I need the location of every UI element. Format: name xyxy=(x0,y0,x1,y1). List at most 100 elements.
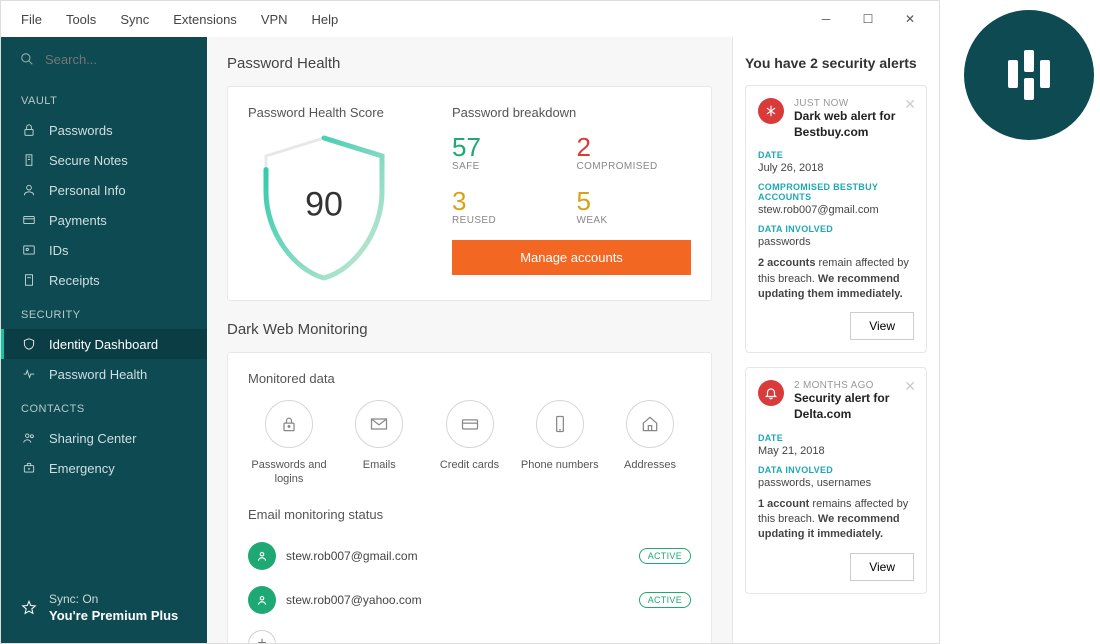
alert-time: JUST NOW xyxy=(794,98,914,109)
pulse-icon xyxy=(21,366,37,382)
bell-icon xyxy=(758,380,784,406)
view-button[interactable]: View xyxy=(850,553,914,581)
email-row: stew.rob007@gmail.com ACTIVE xyxy=(248,534,691,578)
sidebar-item-sharing-center[interactable]: Sharing Center xyxy=(1,423,207,453)
alert-description: 1 account remains affected by this breac… xyxy=(758,497,914,543)
breakdown-weak: 5WEAK xyxy=(577,186,692,226)
sidebar-item-receipts[interactable]: Receipts xyxy=(1,265,207,295)
score-title: Password Health Score xyxy=(248,105,438,120)
section-security: SECURITY xyxy=(1,295,207,329)
alert-label: DATA INVOLVED xyxy=(758,224,914,234)
briefcase-icon xyxy=(21,460,37,476)
dwm-card: Monitored data Passwords and logins Emai… xyxy=(227,352,712,643)
menu-tools[interactable]: Tools xyxy=(54,6,108,33)
sidebar-item-label: IDs xyxy=(49,243,69,258)
avatar-icon xyxy=(248,586,276,614)
alert-description: 2 accounts remain affected by this breac… xyxy=(758,256,914,302)
sidebar-item-payments[interactable]: Payments xyxy=(1,205,207,235)
sidebar-item-label: Identity Dashboard xyxy=(49,337,158,352)
mon-emails[interactable]: Emails xyxy=(338,400,420,487)
avatar-icon xyxy=(248,542,276,570)
alert-card: ✕ 2 MONTHS AGO Security alert for Delta.… xyxy=(745,367,927,593)
shield-icon xyxy=(21,336,37,352)
note-icon xyxy=(21,152,37,168)
sidebar-item-ids[interactable]: IDs xyxy=(1,235,207,265)
alert-label: DATE xyxy=(758,433,914,443)
search-input[interactable] xyxy=(45,52,221,67)
card-icon xyxy=(446,400,494,448)
menu-help[interactable]: Help xyxy=(300,6,351,33)
score-shield: 90 xyxy=(254,132,394,282)
mon-addresses[interactable]: Addresses xyxy=(609,400,691,487)
alert-time: 2 MONTHS AGO xyxy=(794,380,914,391)
email-address: stew.rob007@yahoo.com xyxy=(286,593,629,607)
alerts-title: You have 2 security alerts xyxy=(745,55,927,71)
close-icon[interactable]: ✕ xyxy=(904,96,916,113)
mon-passwords[interactable]: Passwords and logins xyxy=(248,400,330,487)
email-address: stew.rob007@gmail.com xyxy=(286,549,629,563)
add-email-button[interactable]: + xyxy=(248,630,276,643)
asterisk-icon xyxy=(758,98,784,124)
menu-sync[interactable]: Sync xyxy=(108,6,161,33)
email-status-title: Email monitoring status xyxy=(248,507,691,522)
people-icon xyxy=(21,430,37,446)
sync-status: Sync: On xyxy=(49,592,178,606)
mon-phone-numbers[interactable]: Phone numbers xyxy=(519,400,601,487)
sidebar-item-secure-notes[interactable]: Secure Notes xyxy=(1,145,207,175)
maximize-button[interactable]: ☐ xyxy=(847,5,889,33)
person-icon xyxy=(21,182,37,198)
search-row[interactable] xyxy=(1,37,207,81)
sidebar-item-password-health[interactable]: Password Health xyxy=(1,359,207,389)
breakdown-compromised: 2COMPROMISED xyxy=(577,132,692,172)
app-window: File Tools Sync Extensions VPN Help ─ ☐ … xyxy=(0,0,940,644)
close-button[interactable]: ✕ xyxy=(889,5,931,33)
manage-accounts-button[interactable]: Manage accounts xyxy=(452,240,691,275)
page-title: Password Health xyxy=(227,55,712,72)
sidebar-item-personal-info[interactable]: Personal Info xyxy=(1,175,207,205)
mail-icon xyxy=(355,400,403,448)
alert-card: ✕ JUST NOW Dark web alert for Bestbuy.co… xyxy=(745,85,927,353)
password-health-card: Password Health Score 90 Password breakd… xyxy=(227,86,712,301)
sidebar-item-label: Receipts xyxy=(49,273,100,288)
home-icon xyxy=(626,400,674,448)
breakdown-title: Password breakdown xyxy=(452,105,691,120)
window-controls: ─ ☐ ✕ xyxy=(805,5,931,33)
sidebar-item-label: Sharing Center xyxy=(49,431,136,446)
menu-extensions[interactable]: Extensions xyxy=(161,6,249,33)
sidebar-item-label: Emergency xyxy=(49,461,115,476)
mon-credit-cards[interactable]: Credit cards xyxy=(429,400,511,487)
alert-data-involved: passwords xyxy=(758,236,914,248)
alerts-panel: You have 2 security alerts ✕ JUST NOW Da… xyxy=(733,37,939,643)
alert-label: DATE xyxy=(758,150,914,160)
alert-data-involved: passwords, usernames xyxy=(758,477,914,489)
lock-icon xyxy=(265,400,313,448)
sidebar-item-passwords[interactable]: Passwords xyxy=(1,115,207,145)
receipt-icon xyxy=(21,272,37,288)
view-button[interactable]: View xyxy=(850,312,914,340)
menubar: File Tools Sync Extensions VPN Help ─ ☐ … xyxy=(1,1,939,37)
sidebar-item-emergency[interactable]: Emergency xyxy=(1,453,207,483)
alert-title: Dark web alert for Bestbuy.com xyxy=(794,109,914,140)
sidebar-footer: Sync: On You're Premium Plus xyxy=(1,576,207,643)
health-score: 90 xyxy=(305,186,343,225)
app-body: VAULT Passwords Secure Notes Personal In… xyxy=(1,37,939,643)
plan-status: You're Premium Plus xyxy=(49,608,178,623)
sidebar-item-identity-dashboard[interactable]: Identity Dashboard xyxy=(1,329,207,359)
phone-icon xyxy=(536,400,584,448)
search-icon xyxy=(19,51,35,67)
close-icon[interactable]: ✕ xyxy=(904,378,916,395)
sidebar-item-label: Personal Info xyxy=(49,183,126,198)
status-badge: ACTIVE xyxy=(639,548,691,564)
breakdown-safe: 57SAFE xyxy=(452,132,567,172)
sidebar-item-label: Passwords xyxy=(49,123,113,138)
menu-vpn[interactable]: VPN xyxy=(249,6,300,33)
main-content: Password Health Password Health Score 90… xyxy=(207,37,733,643)
minimize-button[interactable]: ─ xyxy=(805,5,847,33)
status-badge: ACTIVE xyxy=(639,592,691,608)
card-icon xyxy=(21,212,37,228)
star-icon xyxy=(21,600,37,616)
menu-file[interactable]: File xyxy=(9,6,54,33)
email-row: stew.rob007@yahoo.com ACTIVE xyxy=(248,578,691,622)
alert-label: DATA INVOLVED xyxy=(758,465,914,475)
sidebar-item-label: Secure Notes xyxy=(49,153,128,168)
